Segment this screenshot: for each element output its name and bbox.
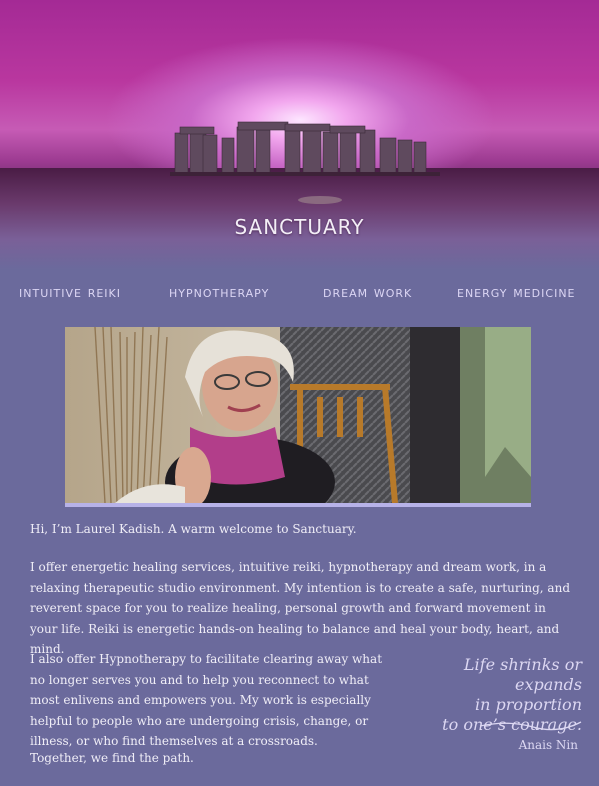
quote-line-2: in proportion [474, 695, 582, 714]
quote-line-1: Life shrinks or expands [463, 655, 582, 694]
photo-border [65, 503, 531, 507]
portrait-photo [65, 327, 531, 503]
quote-author: Anais Nin [518, 738, 578, 752]
nav-energy-medicine[interactable]: energy medicine [457, 283, 576, 301]
hero-banner: sanctuary [0, 0, 599, 270]
site-title: sanctuary [234, 208, 365, 241]
nav-hypnotherapy[interactable]: hypnotherapy [169, 283, 269, 301]
portrait-image [65, 327, 531, 503]
nav-dream-work[interactable]: dream work [323, 283, 412, 301]
hypnotherapy-paragraph: I also offer Hypnotherapy to facilitate … [30, 652, 383, 748]
quote-flourish-icon [479, 721, 582, 731]
nav-intuitive-reiki[interactable]: intuitive reiki [19, 283, 121, 301]
greeting-text: Hi, I’m Laurel Kadish. A warm welcome to… [30, 522, 357, 536]
page: sanctuary intuitive reiki hypnotherapy d… [0, 0, 599, 786]
main-nav: intuitive reiki hypnotherapy dream work … [0, 283, 599, 309]
closing-text: Together, we find the path. [30, 751, 194, 765]
intro-paragraph: I offer energetic healing services, intu… [30, 560, 570, 656]
